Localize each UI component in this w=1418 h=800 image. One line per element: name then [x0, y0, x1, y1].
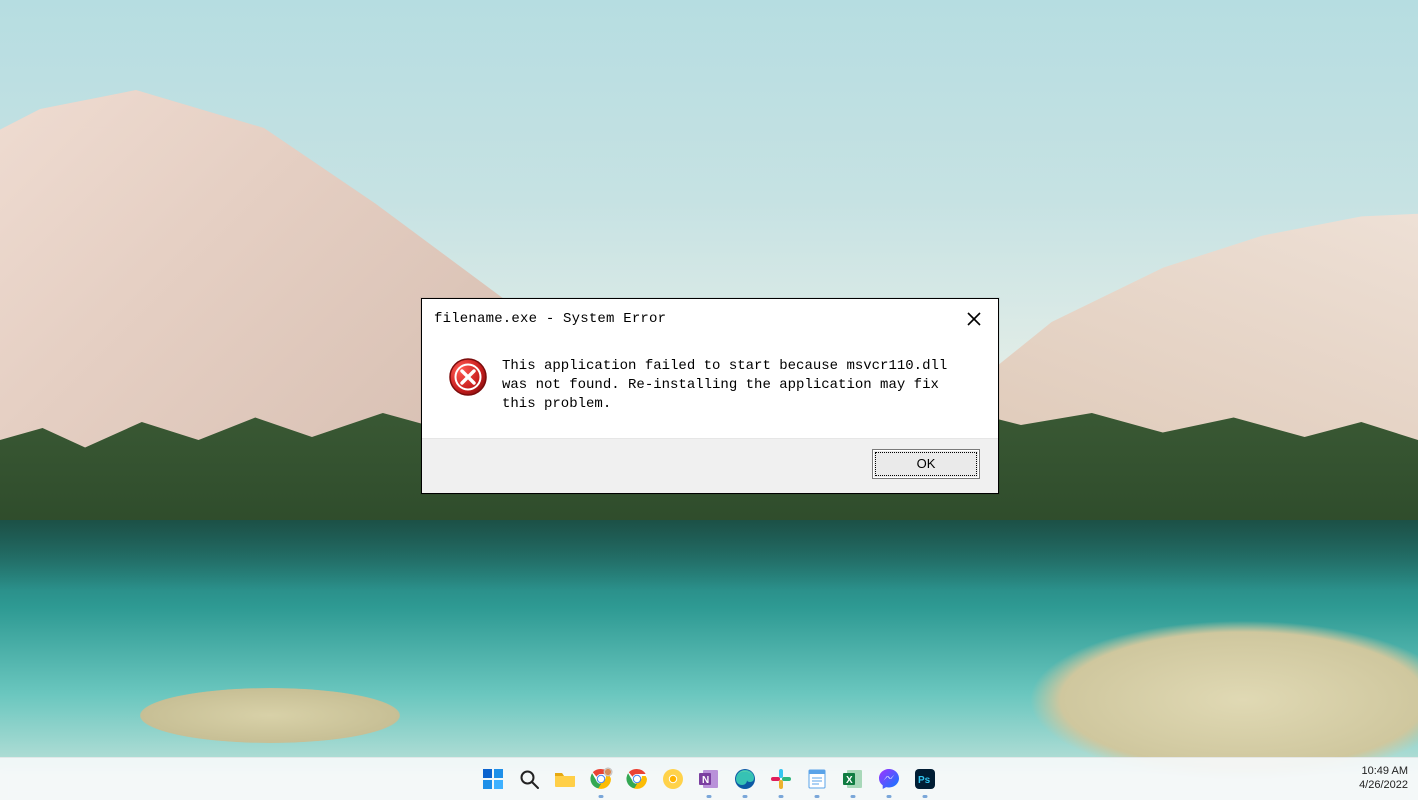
dialog-body: This application failed to start because…: [422, 339, 998, 438]
notepad-icon: [805, 767, 829, 791]
folder-icon: [553, 767, 577, 791]
dialog-footer: OK: [422, 438, 998, 493]
close-icon: [967, 312, 981, 326]
dialog-title: filename.exe - System Error: [434, 311, 666, 327]
taskbar-icon-chrome-alt[interactable]: [624, 766, 650, 792]
onenote-icon: N: [697, 767, 721, 791]
dialog-message: This application failed to start because…: [502, 357, 972, 414]
dialog-titlebar[interactable]: filename.exe - System Error: [422, 299, 998, 339]
taskbar-icon-photoshop[interactable]: Ps: [912, 766, 938, 792]
svg-text:Ps: Ps: [918, 775, 931, 786]
taskbar-icon-onenote[interactable]: N: [696, 766, 722, 792]
start-button[interactable]: [480, 766, 506, 792]
chrome-icon: [625, 767, 649, 791]
error-icon: [448, 357, 488, 397]
search-icon: [517, 767, 541, 791]
system-tray[interactable]: 10:49 AM 4/26/2022: [1359, 765, 1408, 793]
photoshop-icon: Ps: [913, 767, 937, 791]
svg-text:N: N: [702, 775, 709, 786]
chrome-canary-icon: [661, 767, 685, 791]
messenger-icon: [877, 767, 901, 791]
svg-text:X: X: [846, 775, 853, 786]
taskbar-icon-explorer[interactable]: [552, 766, 578, 792]
error-dialog: filename.exe - System Error This applica…: [421, 298, 999, 494]
taskbar-icon-chrome[interactable]: [588, 766, 614, 792]
slack-icon: [769, 767, 793, 791]
taskbar-icon-chrome-canary[interactable]: [660, 766, 686, 792]
taskbar-icon-edge[interactable]: [732, 766, 758, 792]
windows-logo-icon: [481, 767, 505, 791]
taskbar-icon-excel[interactable]: X: [840, 766, 866, 792]
tray-date: 4/26/2022: [1359, 779, 1408, 793]
taskbar-icon-messenger[interactable]: [876, 766, 902, 792]
chrome-icon: [589, 767, 613, 791]
taskbar-icon-notepad[interactable]: [804, 766, 830, 792]
ok-button[interactable]: OK: [872, 449, 980, 479]
dialog-close-button[interactable]: [960, 307, 988, 331]
edge-icon: [733, 767, 757, 791]
tray-time: 10:49 AM: [1362, 765, 1408, 779]
excel-icon: X: [841, 767, 865, 791]
taskbar: N: [0, 757, 1418, 800]
taskbar-center-icons: N: [480, 766, 938, 792]
wallpaper-grass-left: [140, 688, 400, 743]
taskbar-icon-slack[interactable]: [768, 766, 794, 792]
search-button[interactable]: [516, 766, 542, 792]
